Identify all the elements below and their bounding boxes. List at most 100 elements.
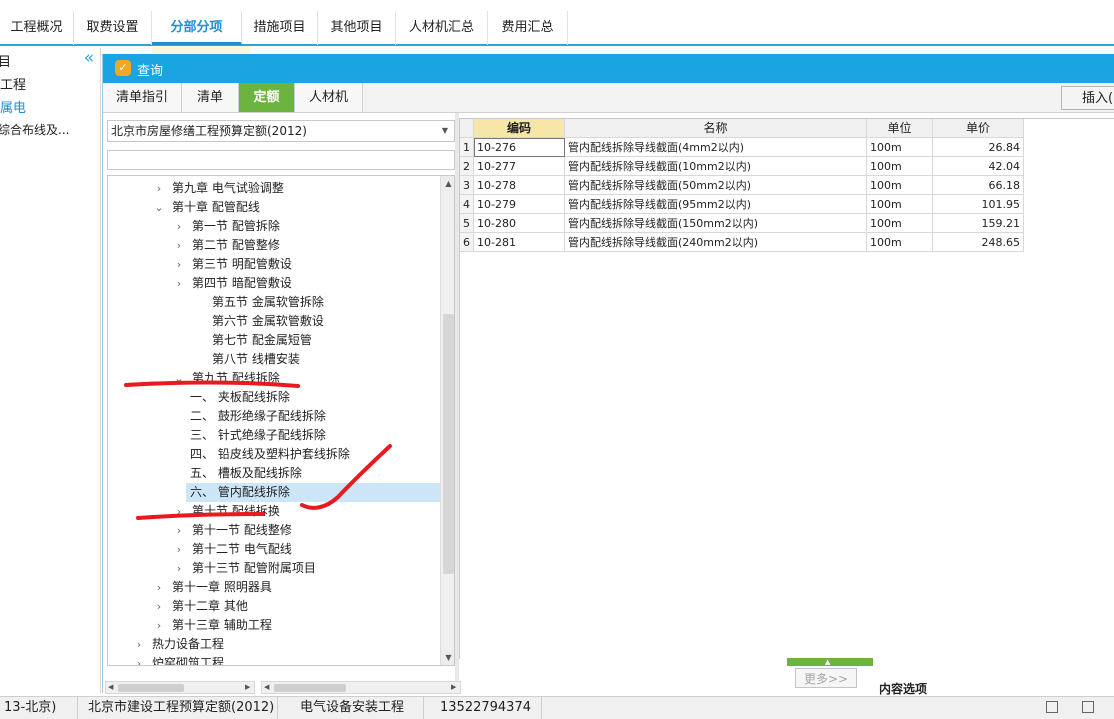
tab-measures[interactable]: 措施项目 [242, 11, 318, 45]
cell-price[interactable]: 159.21 [933, 214, 1024, 233]
grid-hscrollbar[interactable]: ◀ ▶ [261, 681, 461, 694]
grid-corner[interactable] [460, 119, 474, 138]
quota-library-select[interactable]: 北京市房屋修缮工程预算定额(2012) ▼ [107, 120, 455, 142]
cell-unit[interactable]: 100m [867, 138, 933, 157]
tree-node[interactable]: › 第九章 电气试验调整 [157, 179, 440, 198]
collapse-arrow-icon[interactable]: › [173, 236, 185, 255]
tree-node-selected[interactable]: 六、 管内配线拆除 [186, 483, 440, 502]
tree-node[interactable]: › 第十一章 照明器具 [157, 578, 440, 597]
layout-icon[interactable] [1082, 701, 1094, 713]
collapse-arrow-icon[interactable]: › [133, 654, 145, 665]
collapse-arrow-icon[interactable]: › [173, 540, 185, 559]
tree-node[interactable]: 第五节 金属软管拆除 [212, 293, 440, 312]
tree-node[interactable]: 四、 铅皮线及塑料护套线拆除 [190, 445, 440, 464]
cell-code[interactable]: 10-280 [474, 214, 565, 233]
cell-price[interactable]: 42.04 [933, 157, 1024, 176]
column-header-name[interactable]: 名称 [565, 119, 867, 138]
collapse-arrow-icon[interactable]: › [153, 616, 165, 635]
expand-arrow-icon[interactable]: ⌄ [153, 198, 165, 217]
scroll-right-icon[interactable]: ▶ [245, 682, 250, 693]
tab-sub-items[interactable]: 分部分项 [152, 11, 242, 45]
cell-code[interactable]: 10-279 [474, 195, 565, 214]
search-input[interactable] [107, 150, 455, 170]
nav-item[interactable]: 综合布线及... [0, 121, 69, 138]
scroll-thumb[interactable] [118, 684, 184, 692]
collapse-arrow-icon[interactable]: › [153, 578, 165, 597]
tree-node[interactable]: ⌄ 第九节 配线拆除 [174, 369, 440, 388]
scroll-thumb[interactable] [443, 314, 454, 574]
scroll-up-icon[interactable]: ▲ [441, 176, 454, 191]
tree-node[interactable]: 第六节 金属软管敷设 [212, 312, 440, 331]
cell-price[interactable]: 248.65 [933, 233, 1024, 252]
tab-other-items[interactable]: 其他项目 [318, 11, 396, 45]
cell-unit[interactable]: 100m [867, 176, 933, 195]
collapse-arrow-icon[interactable]: › [173, 274, 185, 293]
cell-code[interactable]: 10-276 [474, 138, 565, 157]
tab-cost-summary[interactable]: 费用汇总 [488, 11, 568, 45]
tab-labor-material[interactable]: 人材机 [295, 83, 363, 112]
tree-node[interactable]: › 炉窑砌筑工程 [137, 654, 440, 665]
scroll-left-icon[interactable]: ◀ [108, 682, 113, 693]
tree-node[interactable]: › 第十二节 电气配线 [177, 540, 440, 559]
nav-item-active[interactable]: 属电 [0, 97, 26, 116]
collapse-icon[interactable]: « [80, 48, 98, 68]
tree-node[interactable]: › 第十三章 辅助工程 [157, 616, 440, 635]
cell-unit[interactable]: 100m [867, 233, 933, 252]
scroll-thumb[interactable] [274, 684, 346, 692]
column-header-unit[interactable]: 单位 [867, 119, 933, 138]
column-header-price[interactable]: 单价 [933, 119, 1024, 138]
tree-node[interactable]: 第八节 线槽安装 [212, 350, 440, 369]
cell-name[interactable]: 管内配线拆除导线截面(10mm2以内) [565, 157, 867, 176]
panel-toggle[interactable]: ▲ [787, 658, 873, 666]
scroll-down-icon[interactable]: ▼ [441, 650, 454, 665]
cell-code[interactable]: 10-281 [474, 233, 565, 252]
tree-node[interactable]: › 热力设备工程 [137, 635, 440, 654]
cell-code[interactable]: 10-278 [474, 176, 565, 195]
tab-project-overview[interactable]: 工程概况 [0, 11, 74, 45]
cell-name[interactable]: 管内配线拆除导线截面(240mm2以内) [565, 233, 867, 252]
tab-fee-settings[interactable]: 取费设置 [74, 11, 152, 45]
tree-hscrollbar[interactable]: ◀ ▶ [105, 681, 255, 694]
tree-node[interactable]: 三、 针式绝缘子配线拆除 [190, 426, 440, 445]
nav-item[interactable]: 目 [0, 51, 11, 70]
column-header-code[interactable]: 编码 [474, 119, 565, 138]
collapse-arrow-icon[interactable]: › [133, 635, 145, 654]
collapse-arrow-icon[interactable]: › [173, 502, 185, 521]
tree-node[interactable]: 第七节 配金属短管 [212, 331, 440, 350]
more-button[interactable]: 更多>> [795, 668, 857, 688]
tree-node[interactable]: ⌄ 第十章 配管配线 [154, 198, 440, 217]
cell-unit[interactable]: 100m [867, 214, 933, 233]
cell-name[interactable]: 管内配线拆除导线截面(50mm2以内) [565, 176, 867, 195]
scroll-right-icon[interactable]: ▶ [451, 682, 456, 693]
cell-name[interactable]: 管内配线拆除导线截面(150mm2以内) [565, 214, 867, 233]
tree-node[interactable]: 五、 槽板及配线拆除 [190, 464, 440, 483]
tree-node[interactable]: › 第十一节 配线整修 [177, 521, 440, 540]
tab-bill[interactable]: 清单 [182, 83, 239, 112]
window-icon[interactable] [1046, 701, 1058, 713]
tree-node[interactable]: › 第三节 明配管敷设 [177, 255, 440, 274]
cell-name[interactable]: 管内配线拆除导线截面(4mm2以内) [565, 138, 867, 157]
cell-price[interactable]: 66.18 [933, 176, 1024, 195]
expand-arrow-icon[interactable]: ⌄ [173, 369, 185, 388]
tree-node[interactable]: › 第十二章 其他 [157, 597, 440, 616]
tree-scrollbar[interactable]: ▲ ▼ [440, 176, 454, 665]
tree-node[interactable]: › 第十节 配线拆换 [177, 502, 440, 521]
collapse-arrow-icon[interactable]: › [173, 217, 185, 236]
collapse-arrow-icon[interactable]: › [153, 597, 165, 616]
collapse-arrow-icon[interactable]: › [173, 521, 185, 540]
cell-code[interactable]: 10-277 [474, 157, 565, 176]
tree-node[interactable]: › 第十三节 配管附属项目 [177, 559, 440, 578]
cell-price[interactable]: 101.95 [933, 195, 1024, 214]
collapse-arrow-icon[interactable]: › [173, 255, 185, 274]
tree-node[interactable]: 一、 夹板配线拆除 [190, 388, 440, 407]
cell-unit[interactable]: 100m [867, 157, 933, 176]
tab-bill-guide[interactable]: 清单指引 [103, 83, 182, 112]
nav-item[interactable]: 工程 [0, 74, 26, 93]
tree-node[interactable]: › 第二节 配管整修 [177, 236, 440, 255]
cell-name[interactable]: 管内配线拆除导线截面(95mm2以内) [565, 195, 867, 214]
tree-node[interactable]: 二、 鼓形绝缘子配线拆除 [190, 407, 440, 426]
cell-price[interactable]: 26.84 [933, 138, 1024, 157]
insert-button[interactable]: 插入(I) [1061, 86, 1114, 110]
tab-quota[interactable]: 定额 [239, 83, 295, 112]
tab-labor-material-summary[interactable]: 人材机汇总 [396, 11, 488, 45]
